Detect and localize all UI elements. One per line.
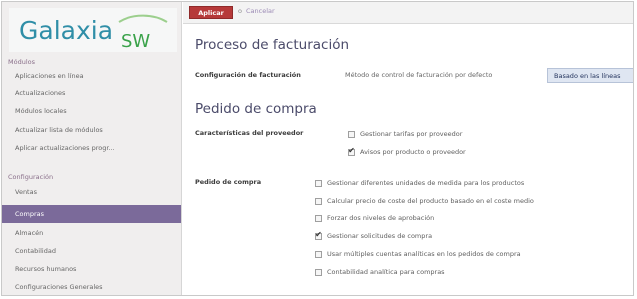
checkbox-label: Gestionar tarifas por proveedor — [360, 130, 463, 138]
sidebar-item-general-settings[interactable]: Configuraciones Generales — [2, 279, 181, 295]
billing-method-select[interactable]: Basado en las líneas — [547, 68, 633, 83]
sidebar-item-update-module-list[interactable]: Actualizar lista de módulos — [2, 122, 181, 139]
billing-method-label: Método de control de facturación por def… — [345, 71, 493, 79]
logo-suffix: SW — [121, 31, 150, 52]
checkbox-label: Gestionar diferentes unidades de medida … — [327, 179, 525, 187]
window: Galaxia SW Módulos Aplicaciones en línea… — [1, 1, 634, 296]
purchase-section-title: Pedido de compra — [195, 101, 317, 117]
sidebar-item-sales[interactable]: Ventas — [2, 184, 181, 201]
cancel-link[interactable]: Cancelar — [246, 7, 275, 15]
sidebar-item-apply-scheduled-updates[interactable]: Aplicar actualizaciones progr... — [2, 140, 181, 157]
sidebar: Galaxia SW Módulos Aplicaciones en línea… — [2, 2, 182, 295]
check-mark-icon: ✔ — [348, 146, 355, 155]
sidebar-item-local-modules[interactable]: Módulos locales — [2, 103, 181, 120]
checkbox-label: Forzar dos niveles de aprobación — [327, 214, 435, 222]
config-section-title: Configuración — [8, 173, 54, 181]
check-mark-icon — [315, 248, 322, 257]
sidebar-item-purchases[interactable]: Compras — [2, 205, 181, 223]
checkbox-label: Gestionar solicitudes de compra — [327, 232, 433, 240]
check-mark-icon — [315, 266, 322, 275]
modules-section-title: Módulos — [8, 58, 35, 66]
check-mark-icon: ✔ — [315, 230, 322, 239]
check-mark-icon — [348, 128, 355, 137]
purchase-order-label: Pedido de compra — [195, 178, 262, 186]
checkbox-label: Usar múltiples cuentas analíticas en los… — [327, 250, 521, 258]
checkbox-label: Calcular precio de coste del producto ba… — [327, 197, 534, 205]
checkbox-label: Contabilidad analítica para compras — [327, 268, 445, 276]
logo-text: Galaxia — [19, 16, 113, 45]
sidebar-item-warehouse[interactable]: Almacén — [2, 225, 181, 242]
billing-config-label: Configuración de facturación — [195, 71, 301, 79]
apply-button[interactable]: Aplicar — [189, 6, 233, 19]
checkbox-label: Avisos por producto o proveedor — [360, 148, 466, 156]
action-toolbar: Aplicar o Cancelar — [183, 2, 633, 24]
check-mark-icon — [315, 195, 322, 204]
sidebar-item-updates[interactable]: Actualizaciones — [2, 85, 181, 102]
supplier-features-label: Características del proveedor — [195, 129, 304, 137]
company-logo[interactable]: Galaxia SW — [9, 8, 177, 52]
sidebar-item-online-apps[interactable]: Aplicaciones en línea — [2, 68, 181, 85]
or-separator: o — [238, 7, 242, 15]
sidebar-item-human-resources[interactable]: Recursos humanos — [2, 261, 181, 278]
logo-graphic: Galaxia SW — [9, 8, 177, 52]
check-mark-icon — [315, 177, 322, 186]
check-mark-icon — [315, 212, 322, 221]
sidebar-item-accounting[interactable]: Contabilidad — [2, 243, 181, 260]
billing-section-title: Proceso de facturación — [195, 37, 350, 53]
